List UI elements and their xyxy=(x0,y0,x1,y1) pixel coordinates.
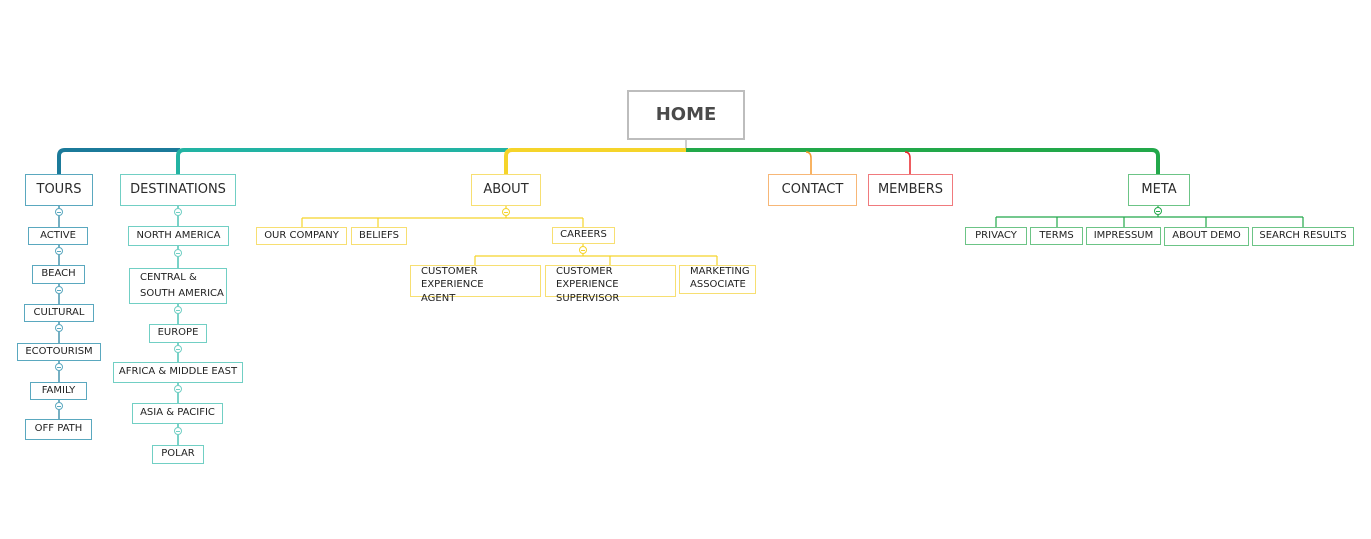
node-dest-asia-pacific[interactable]: ASIA & PACIFIC xyxy=(132,403,223,424)
label-line-1: CUSTOMER EXPERIENCE xyxy=(556,266,619,290)
trunk-members xyxy=(904,151,911,174)
node-meta-privacy[interactable]: PRIVACY xyxy=(965,227,1027,245)
collapse-beach-icon[interactable] xyxy=(55,286,63,294)
node-tours-ecotourism[interactable]: ECOTOURISM xyxy=(17,343,101,361)
collapse-north-america-icon[interactable] xyxy=(174,249,182,257)
node-about-beliefs[interactable]: BELIEFS xyxy=(351,227,407,245)
label-line-2: SOUTH AMERICA xyxy=(140,287,224,299)
node-meta[interactable]: META xyxy=(1128,174,1190,206)
node-tours-beach[interactable]: BEACH xyxy=(32,265,85,284)
label-line-2: SUPERVISOR xyxy=(556,293,620,304)
collapse-active-icon[interactable] xyxy=(55,247,63,255)
label-line-1: CUSTOMER EXPERIENCE xyxy=(421,266,484,290)
collapse-ecotourism-icon[interactable] xyxy=(55,363,63,371)
node-careers-marketing-associate[interactable]: MARKETING ASSOCIATE xyxy=(679,265,756,294)
node-home[interactable]: HOME xyxy=(627,90,745,140)
node-destinations[interactable]: DESTINATIONS xyxy=(120,174,236,206)
node-meta-terms[interactable]: TERMS xyxy=(1030,227,1083,245)
node-tours-off-path[interactable]: OFF PATH xyxy=(25,419,92,440)
collapse-meta-icon[interactable] xyxy=(1154,207,1162,215)
node-tours[interactable]: TOURS xyxy=(25,174,93,206)
node-dest-central-south-america[interactable]: CENTRAL & SOUTH AMERICA xyxy=(129,268,227,304)
node-tours-cultural[interactable]: CULTURAL xyxy=(24,304,94,322)
label-line-2: AGENT xyxy=(421,293,456,304)
collapse-africa-middle-east-icon[interactable] xyxy=(174,385,182,393)
label-line-2: ASSOCIATE xyxy=(690,278,746,290)
trunk-destinations xyxy=(176,148,508,174)
node-careers-cx-supervisor[interactable]: CUSTOMER EXPERIENCE SUPERVISOR xyxy=(545,265,676,304)
node-meta-impressum[interactable]: IMPRESSUM xyxy=(1086,227,1161,245)
collapse-destinations-icon[interactable] xyxy=(174,208,182,216)
node-members[interactable]: MEMBERS xyxy=(868,174,953,206)
trunk-meta xyxy=(686,148,1160,174)
collapse-family-icon[interactable] xyxy=(55,402,63,410)
node-meta-search-results[interactable]: SEARCH RESULTS xyxy=(1252,227,1354,246)
collapse-europe-icon[interactable] xyxy=(174,345,182,353)
collapse-careers-icon[interactable] xyxy=(579,246,587,254)
node-dest-north-america[interactable]: NORTH AMERICA xyxy=(128,226,229,246)
node-dest-europe[interactable]: EUROPE xyxy=(149,324,207,343)
node-about-our-company[interactable]: OUR COMPANY xyxy=(256,227,347,245)
collapse-asia-pacific-icon[interactable] xyxy=(174,427,182,435)
node-contact[interactable]: CONTACT xyxy=(768,174,857,206)
collapse-tours-icon[interactable] xyxy=(55,208,63,216)
collapse-cultural-icon[interactable] xyxy=(55,324,63,332)
node-tours-active[interactable]: ACTIVE xyxy=(28,227,88,245)
collapse-central-south-america-icon[interactable] xyxy=(174,306,182,314)
label-line-1: CENTRAL & xyxy=(140,272,197,283)
trunk-about xyxy=(504,148,686,174)
node-meta-about-demo[interactable]: ABOUT DEMO xyxy=(1164,227,1249,246)
label-line-1: MARKETING xyxy=(690,266,750,277)
node-dest-africa-middle-east[interactable]: AFRICA & MIDDLE EAST xyxy=(113,362,243,383)
node-dest-polar[interactable]: POLAR xyxy=(152,445,204,464)
trunk-contact xyxy=(805,151,812,174)
node-about[interactable]: ABOUT xyxy=(471,174,541,206)
node-tours-family[interactable]: FAMILY xyxy=(30,382,87,400)
collapse-about-icon[interactable] xyxy=(502,208,510,216)
sitemap-canvas: HOME TOURS DESTINATIONS ABOUT CONTACT ME… xyxy=(0,0,1371,539)
node-about-careers[interactable]: CAREERS xyxy=(552,227,615,244)
trunk-tours xyxy=(57,148,180,174)
node-careers-cx-agent[interactable]: CUSTOMER EXPERIENCE AGENT xyxy=(410,265,541,304)
